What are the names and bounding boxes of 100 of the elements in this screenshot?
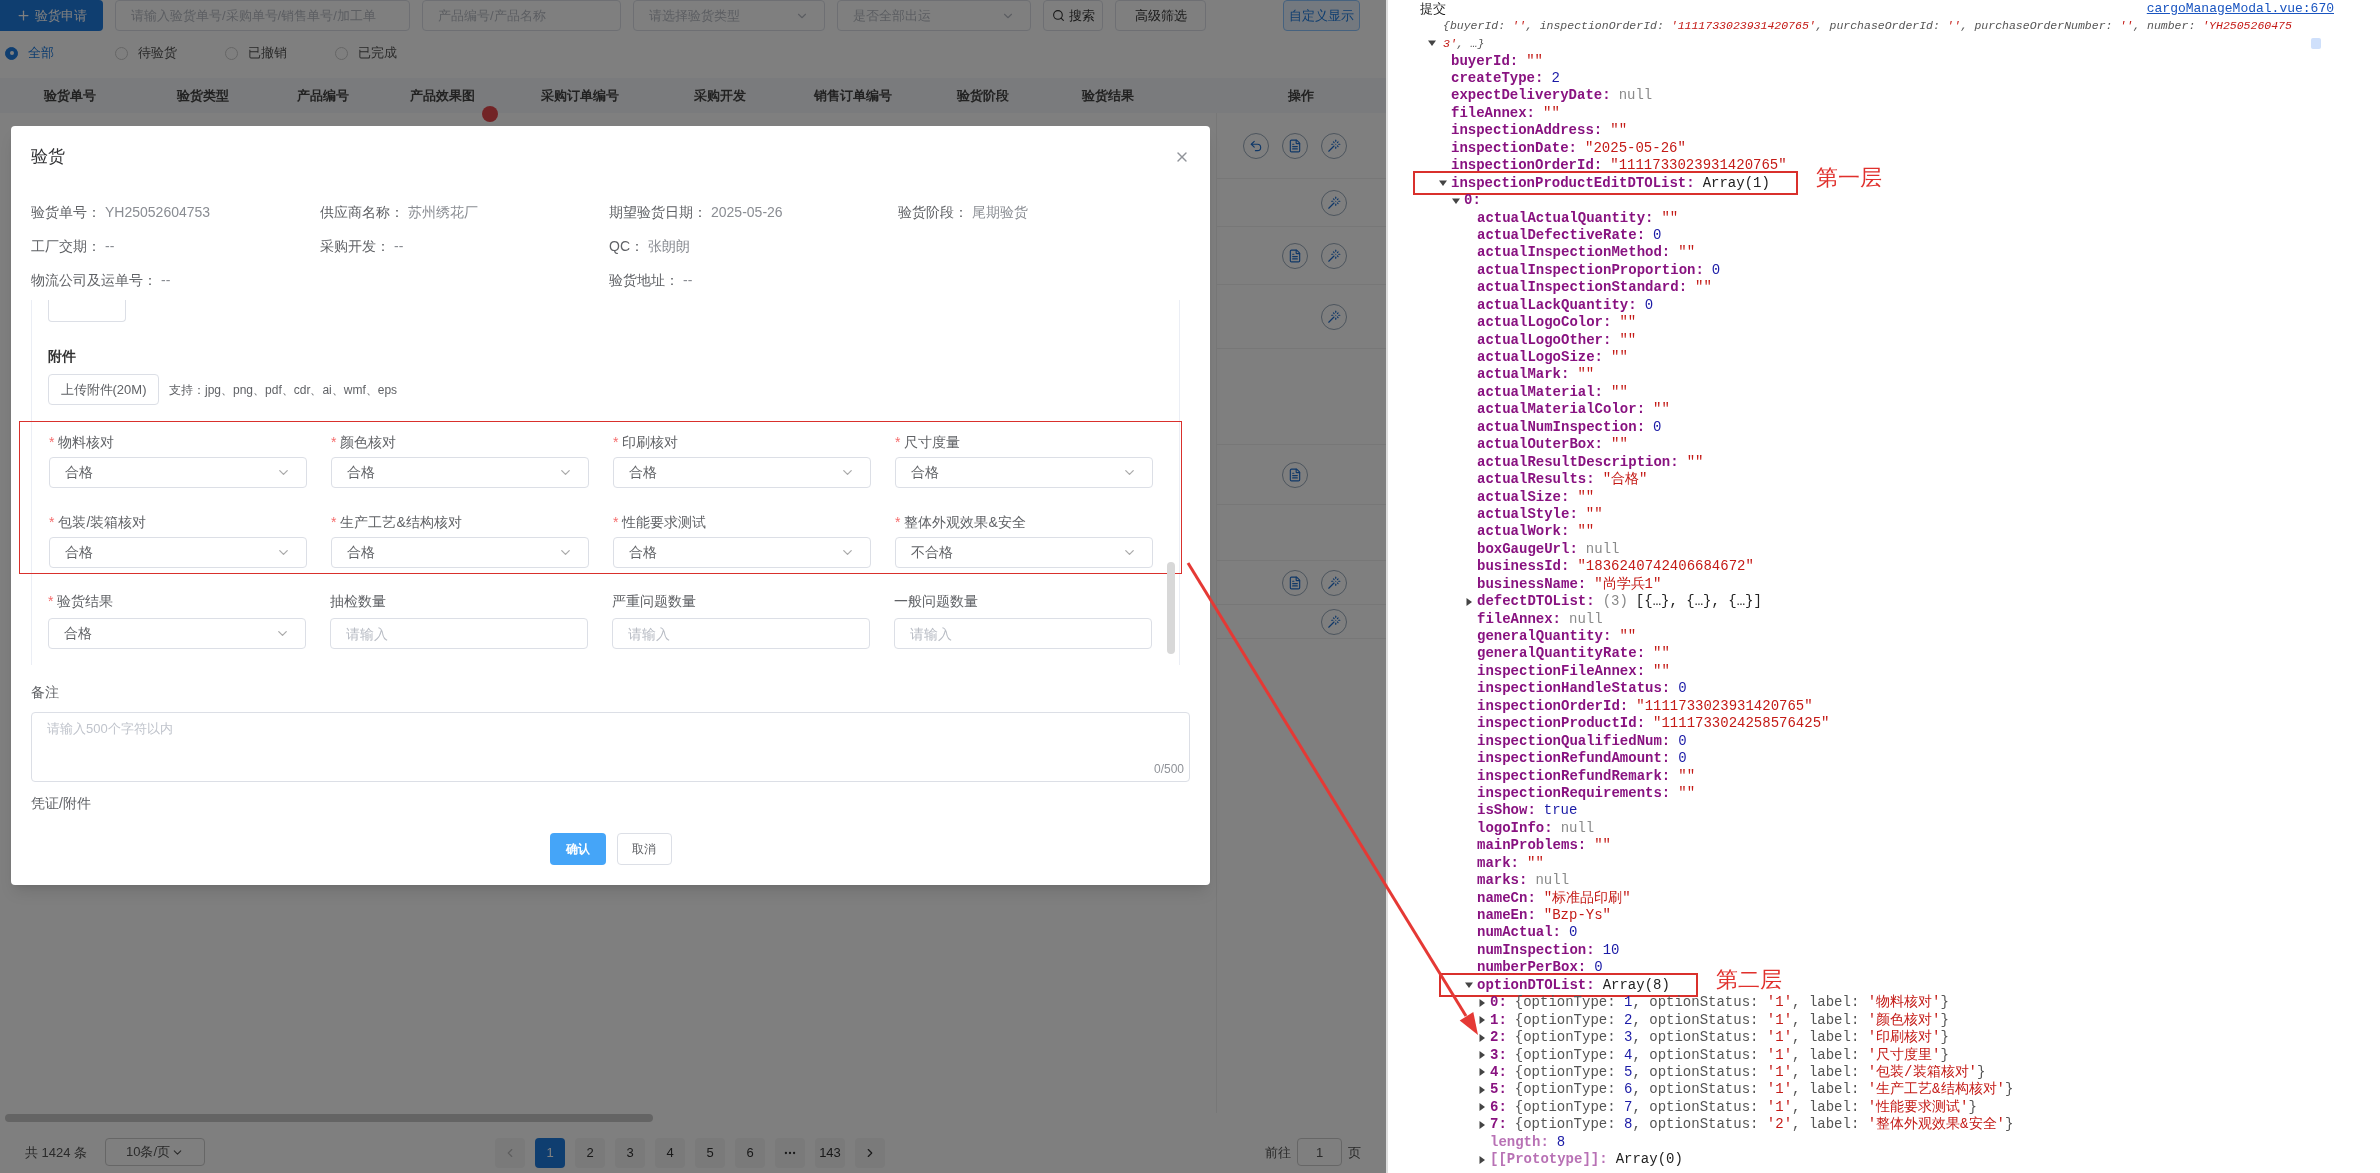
select-field[interactable]: 不合格 <box>895 537 1153 568</box>
search-button[interactable]: 搜索 <box>1043 0 1103 31</box>
column-header: 操作 <box>1287 86 1315 105</box>
file-types-hint: 支持：jpg、png、pdf、cdr、ai、wmf、eps <box>169 381 398 399</box>
select-field[interactable]: 合格 <box>49 537 307 568</box>
expand-triangle-icon[interactable] <box>1478 1120 1486 1129</box>
upload-button[interactable]: 上传附件(20M) <box>48 374 159 405</box>
search-icon <box>1051 9 1065 22</box>
advanced-filter-button[interactable]: 高级筛选 <box>1115 0 1206 31</box>
info-label: 采购开发： <box>320 236 390 256</box>
page-size-select[interactable]: 10条/页 <box>105 1138 205 1166</box>
column-header: 采购订单编号 <box>540 86 620 105</box>
property-value: "尚学兵1" <box>1594 574 1662 594</box>
collapse-triangle-icon[interactable] <box>1428 39 1436 48</box>
property-value: "" <box>1678 783 1696 803</box>
expand-triangle-icon[interactable] <box>1465 597 1473 606</box>
confirm-button[interactable]: 确认 <box>549 833 606 865</box>
create-button[interactable]: 验货申请 <box>0 0 103 31</box>
page-button[interactable]: 5 <box>695 1138 725 1168</box>
expand-triangle-icon[interactable] <box>1478 1051 1486 1059</box>
cancel-button[interactable]: 取消 <box>616 833 672 865</box>
required-mark: * <box>49 432 55 452</box>
select-field[interactable]: 合格 <box>613 537 871 568</box>
property-value: "" <box>1678 766 1696 786</box>
column-header: 验货单号 <box>42 86 97 105</box>
required-mark: * <box>895 432 901 452</box>
property-value: 8 <box>1556 1132 1566 1152</box>
custom-display-button[interactable]: 自定义显示 <box>1283 0 1360 31</box>
property-value: {optionType: 6, optionStatus: '1', label: '生产工艺&结构核对'} <box>1514 1080 2014 1099</box>
info-label: 工厂交期： <box>31 236 101 256</box>
select-field[interactable]: 合格 <box>895 457 1153 488</box>
property-value: "" <box>1653 400 1670 420</box>
column-header: 验货类型 <box>175 86 230 105</box>
info-value: 苏州绣花厂 <box>408 202 478 222</box>
select-field[interactable]: 合格 <box>613 457 871 488</box>
info-label: QC： <box>609 236 644 256</box>
property-value: {optionType: 1, optionStatus: '1', label: '物料核对'} <box>1514 993 1949 1012</box>
page-button[interactable]: 143 <box>815 1138 845 1168</box>
expand-triangle-icon[interactable] <box>1478 1068 1486 1077</box>
page-button[interactable]: 6 <box>735 1138 765 1168</box>
info-value: -- <box>105 236 115 256</box>
property-value: Array(0) <box>1615 1150 1683 1170</box>
expand-triangle-icon[interactable] <box>1478 1085 1486 1094</box>
number-field[interactable]: 请输入 <box>894 618 1152 649</box>
collapse-triangle-icon[interactable] <box>1465 981 1473 990</box>
select-field[interactable]: 合格 <box>49 457 307 488</box>
property-value: "" <box>1619 627 1637 646</box>
property-value: {optionType: 2, optionStatus: '1', label: '颜色核对'} <box>1514 1010 1949 1029</box>
scrollbar-thumb[interactable] <box>1167 562 1175 654</box>
page-button[interactable]: 3 <box>615 1138 645 1168</box>
number-field[interactable]: 请输入 <box>330 618 588 649</box>
console-message: 提交 <box>1420 0 1446 18</box>
page-button[interactable]: 2 <box>575 1138 605 1168</box>
property-value: "合格" <box>1602 470 1648 490</box>
required-mark: * <box>613 432 619 452</box>
property-value: "" <box>1653 661 1670 681</box>
number-field[interactable]: 请输入 <box>612 618 870 649</box>
object-preview: {buyerId: '', inspectionOrderId: '1111733023931420765', purchaseOrderId: '', purchaseOrderNumber: '', number: 'YH25052604753', …} <box>1443 18 2293 52</box>
field-label: 一般问题数量 <box>894 591 978 611</box>
field-label: 包装/装箱核对 <box>58 512 147 532</box>
info-badge-icon <box>2311 38 2321 50</box>
select-field[interactable]: 合格 <box>331 457 589 488</box>
collapse-triangle-icon[interactable] <box>1452 196 1460 205</box>
required-mark: * <box>613 512 619 532</box>
property-value: null <box>1535 871 1570 890</box>
page-button[interactable]: 4 <box>655 1138 685 1168</box>
source-link[interactable]: cargoManageModal.vue:670 <box>2146 0 2334 19</box>
horizontal-scrollbar[interactable] <box>5 1114 653 1122</box>
property-value: "" <box>1653 644 1670 664</box>
field-label: 备注 <box>31 683 60 702</box>
page-button[interactable]: 1 <box>535 1138 565 1168</box>
filter-radio[interactable]: 已撤销 <box>225 43 335 63</box>
property-value: [{…}, {…}, {…}] <box>1635 592 1762 612</box>
required-mark: * <box>895 512 901 532</box>
field-label: 生产工艺&结构核对 <box>340 512 462 532</box>
filter-radio[interactable]: 已完成 <box>335 43 445 63</box>
property-value: "" <box>1661 208 1679 228</box>
select-field[interactable]: 合格 <box>48 618 306 649</box>
expand-triangle-icon[interactable] <box>1478 1103 1486 1112</box>
expand-triangle-icon[interactable] <box>1478 1033 1486 1042</box>
item-count: (3) <box>1602 592 1628 612</box>
property-value: 0 <box>1678 679 1687 699</box>
expand-triangle-icon[interactable] <box>1478 998 1486 1007</box>
property-value: null <box>1585 539 1620 559</box>
filter-radio[interactable]: 待验货 <box>115 43 225 63</box>
goto-page-field[interactable]: 1 <box>1297 1138 1342 1166</box>
property-value: "" <box>1611 435 1628 455</box>
collapse-triangle-icon[interactable] <box>1439 179 1447 188</box>
expand-triangle-icon[interactable] <box>1478 1016 1486 1025</box>
property-value: 0 <box>1594 958 1603 978</box>
property-value: 0 <box>1653 417 1662 437</box>
field-label: 验货结果 <box>57 591 114 611</box>
column-header: 产品编号 <box>295 86 350 105</box>
page-suffix: 页 <box>1348 1144 1361 1162</box>
property-value: "" <box>1585 504 1603 524</box>
filter-radio[interactable]: 全部 <box>5 43 115 63</box>
character-counter: 0/500 <box>1153 761 1184 778</box>
property-value: 0 <box>1678 749 1687 769</box>
select-field[interactable]: 合格 <box>331 537 589 568</box>
expand-triangle-icon[interactable] <box>1478 1155 1486 1164</box>
